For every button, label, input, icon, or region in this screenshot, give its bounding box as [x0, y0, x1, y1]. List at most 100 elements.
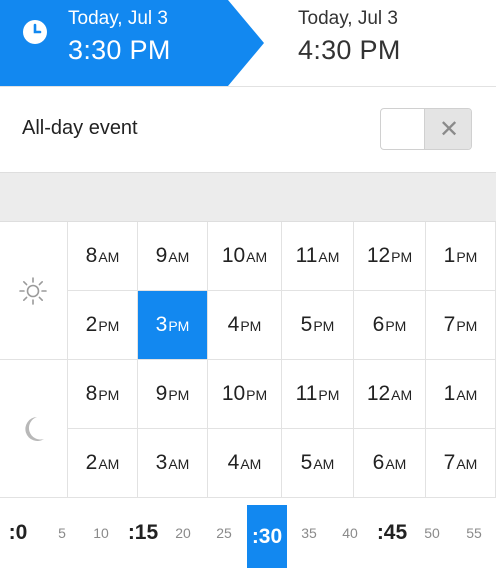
hour-cell-3am[interactable]: 3 AM: [138, 429, 208, 498]
minute-option-45[interactable]: :45: [372, 498, 412, 568]
hour-number: 9: [155, 382, 168, 405]
hour-number: 2: [85, 451, 98, 474]
start-date-label: Today, Jul 3: [68, 8, 168, 29]
hour-number: 7: [443, 313, 456, 336]
hour-cell-12pm[interactable]: 12 PM: [354, 222, 426, 291]
minute-option-0[interactable]: :0: [0, 498, 38, 568]
hour-meridiem: AM: [246, 249, 268, 265]
hour-cell-11pm[interactable]: 11 PM: [282, 360, 354, 429]
moon-icon: [25, 417, 44, 441]
end-time-label: 4:30 PM: [298, 35, 401, 65]
hour-cell-7am[interactable]: 7 AM: [426, 429, 496, 498]
hour-meridiem: AM: [240, 456, 262, 472]
hour-number: 3: [155, 451, 168, 474]
hour-meridiem: PM: [318, 387, 340, 403]
end-date-label: Today, Jul 3: [298, 8, 398, 29]
time-range-header: Today, Jul 3 3:30 PM Today, Jul 3 4:30 P…: [0, 0, 496, 86]
hour-number: 1: [443, 382, 456, 405]
hour-cell-9am[interactable]: 9 AM: [138, 222, 208, 291]
hour-cell-2pm[interactable]: 2 PM: [68, 291, 138, 360]
hour-cell-1pm[interactable]: 1 PM: [426, 222, 496, 291]
nighttime-row-header: [0, 360, 68, 498]
minute-picker: :0 5 10:15 20 25:30 35 40:45 50 55: [0, 498, 496, 568]
hour-number: 3: [155, 313, 168, 336]
hour-number: 5: [300, 313, 313, 336]
hour-cell-11am[interactable]: 11 AM: [282, 222, 354, 291]
hour-meridiem: PM: [98, 387, 120, 403]
hour-number: 2: [85, 313, 98, 336]
minute-option-40[interactable]: 40: [335, 498, 365, 568]
hour-cell-4pm[interactable]: 4 PM: [208, 291, 282, 360]
hour-cell-10am[interactable]: 10 AM: [208, 222, 282, 291]
x-icon: ✕: [439, 116, 460, 143]
section-divider-band: [0, 172, 496, 222]
minute-option-20[interactable]: 20: [168, 498, 198, 568]
hour-grid: 8 AM 9 AM 10 AM 11 AM 12 PM 1 PM 2 PM 3 PM 4 PM 5 PM 6 PM 7 PM 8…: [0, 222, 496, 498]
hour-meridiem: PM: [385, 318, 407, 334]
minute-option-15[interactable]: :15: [123, 498, 163, 568]
hour-number: 12: [366, 382, 391, 405]
hour-meridiem: AM: [168, 249, 190, 265]
minute-option-5[interactable]: 5: [47, 498, 77, 568]
minute-option-10[interactable]: 10: [86, 498, 116, 568]
hour-number: 10: [221, 244, 246, 267]
hour-cell-2am[interactable]: 2 AM: [68, 429, 138, 498]
hour-number: 12: [366, 244, 391, 267]
hour-number: 11: [295, 244, 318, 267]
hour-meridiem: AM: [98, 249, 120, 265]
minute-option-25[interactable]: 25: [209, 498, 239, 568]
minute-option-35[interactable]: 35: [294, 498, 324, 568]
hour-meridiem: PM: [98, 318, 120, 334]
hour-meridiem: PM: [246, 387, 268, 403]
hour-meridiem: PM: [313, 318, 335, 334]
hour-number: 8: [85, 382, 98, 405]
hour-cell-5pm[interactable]: 5 PM: [282, 291, 354, 360]
hour-number: 9: [155, 244, 168, 267]
hour-cell-4am[interactable]: 4 AM: [208, 429, 282, 498]
hour-cell-5am[interactable]: 5 AM: [282, 429, 354, 498]
hour-number: 5: [300, 451, 313, 474]
hour-number: 4: [227, 313, 240, 336]
hour-cell-6am[interactable]: 6 AM: [354, 429, 426, 498]
hour-meridiem: AM: [168, 456, 190, 472]
hour-number: 10: [221, 382, 246, 405]
hour-meridiem: AM: [456, 387, 478, 403]
hour-meridiem: AM: [313, 456, 335, 472]
hour-number: 11: [295, 382, 318, 405]
hour-cell-9pm[interactable]: 9 PM: [138, 360, 208, 429]
start-time-tab[interactable]: Today, Jul 3 3:30 PM: [0, 0, 270, 86]
hour-number: 6: [372, 451, 385, 474]
hour-cell-8pm[interactable]: 8 PM: [68, 360, 138, 429]
end-time-tab[interactable]: Today, Jul 3 4:30 PM: [270, 0, 496, 86]
hour-cell-1am[interactable]: 1 AM: [426, 360, 496, 429]
hour-meridiem: AM: [318, 249, 340, 265]
daytime-row-header: [0, 222, 68, 360]
hour-cell-10pm[interactable]: 10 PM: [208, 360, 282, 429]
hour-cell-3pm[interactable]: 3 PM: [138, 291, 208, 360]
all-day-toggle[interactable]: ✕: [380, 108, 472, 150]
all-day-row: All-day event ✕: [0, 86, 496, 173]
hour-meridiem: AM: [385, 456, 407, 472]
hour-number: 6: [372, 313, 385, 336]
hour-cell-7pm[interactable]: 7 PM: [426, 291, 496, 360]
minute-option-50[interactable]: 50: [417, 498, 447, 568]
start-time-label: 3:30 PM: [68, 35, 171, 65]
toggle-off-segment: ✕: [424, 109, 471, 149]
hour-meridiem: AM: [391, 387, 413, 403]
clock-icon: [23, 20, 47, 44]
hour-meridiem: AM: [98, 456, 120, 472]
hour-cell-6pm[interactable]: 6 PM: [354, 291, 426, 360]
hour-meridiem: PM: [168, 387, 190, 403]
minute-option-55[interactable]: 55: [459, 498, 489, 568]
hour-number: 8: [85, 244, 98, 267]
hour-meridiem: PM: [240, 318, 262, 334]
hour-meridiem: AM: [456, 456, 478, 472]
sun-icon: [19, 277, 47, 305]
hour-number: 4: [227, 451, 240, 474]
hour-meridiem: PM: [391, 249, 413, 265]
hour-cell-12am[interactable]: 12 AM: [354, 360, 426, 429]
minute-option-30[interactable]: :30: [247, 505, 287, 568]
hour-number: 7: [443, 451, 456, 474]
hour-meridiem: PM: [168, 318, 190, 334]
hour-cell-8am[interactable]: 8 AM: [68, 222, 138, 291]
